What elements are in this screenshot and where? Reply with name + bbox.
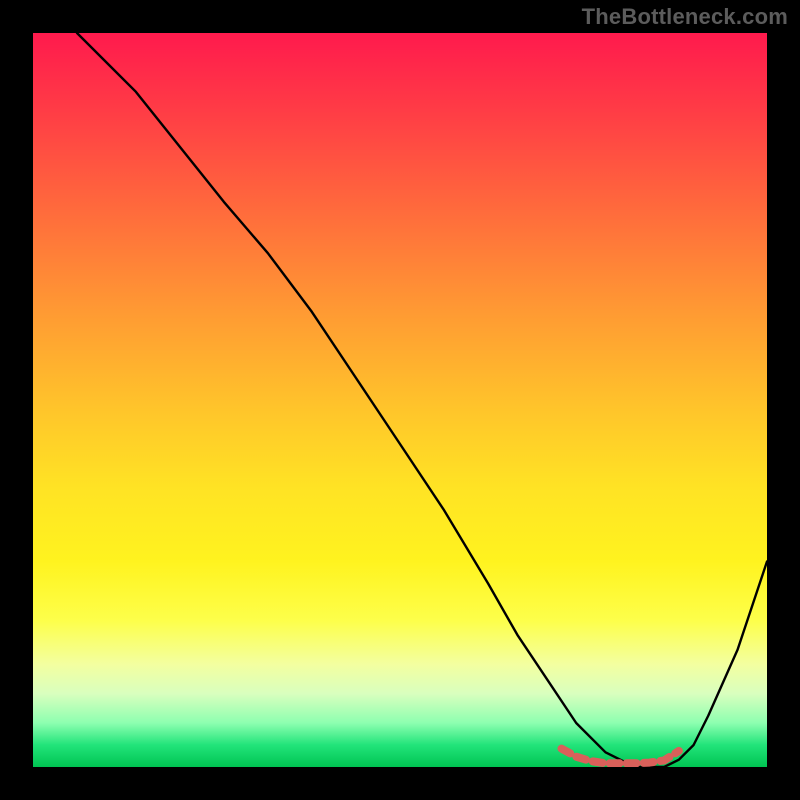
chart-frame: TheBottleneck.com [0,0,800,800]
watermark-text: TheBottleneck.com [582,4,788,30]
bottleneck-curve-path [77,33,767,767]
optimal-region-path [562,749,679,764]
curve-overlay [33,33,767,767]
plot-area [33,33,767,767]
